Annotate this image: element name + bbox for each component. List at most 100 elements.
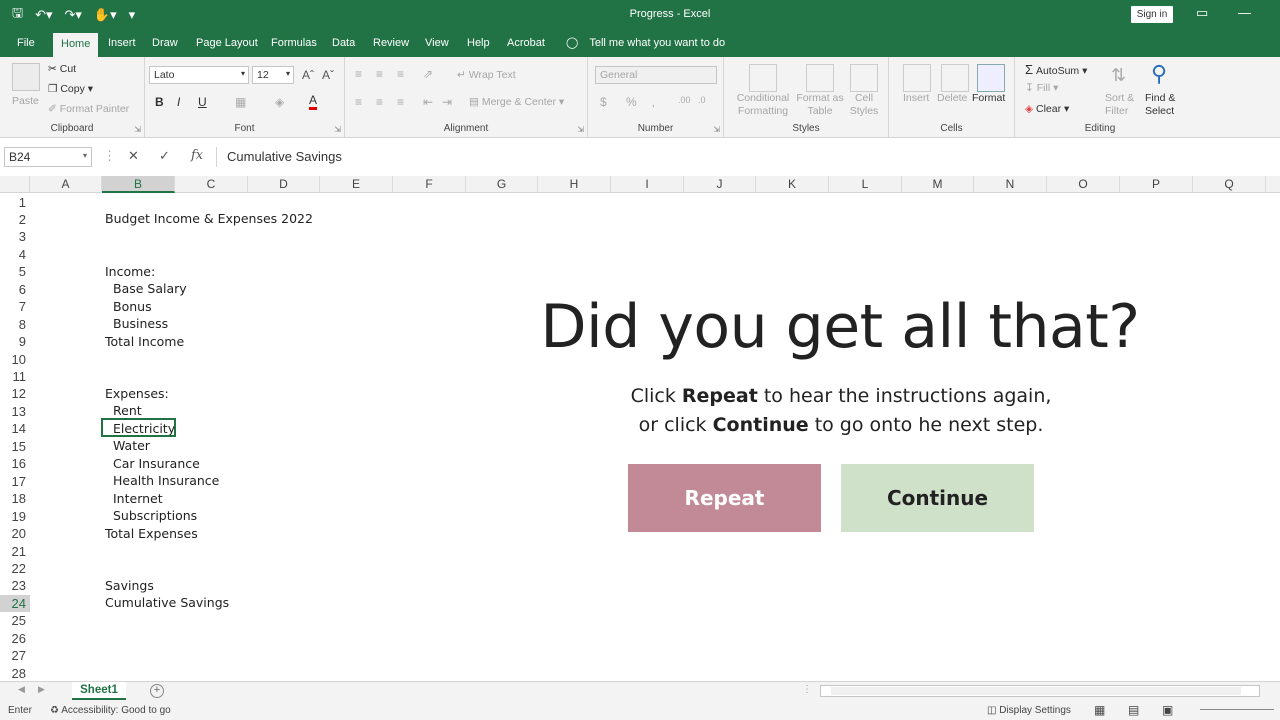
minimize-icon[interactable]: — xyxy=(1238,5,1251,20)
cell-text[interactable]: Rent xyxy=(113,403,142,418)
tab-page-layout[interactable]: Page Layout xyxy=(189,35,265,51)
row-header[interactable]: 19 xyxy=(0,508,30,526)
scroll-right-icon[interactable]: ▶ xyxy=(38,684,45,695)
fill-color-icon[interactable]: ◈ xyxy=(275,95,284,109)
formula-input[interactable]: Cumulative Savings xyxy=(216,147,1280,167)
font-family-select[interactable]: Lato ▾ xyxy=(149,66,249,84)
horizontal-scrollbar[interactable] xyxy=(820,685,1260,697)
row-header[interactable]: 21 xyxy=(0,543,30,561)
decrease-indent-icon[interactable]: ⇤ xyxy=(423,95,433,109)
cut-button[interactable]: ✂ Cut xyxy=(48,63,76,75)
align-middle-icon[interactable]: ≡ xyxy=(376,67,383,81)
row-header[interactable]: 25 xyxy=(0,612,30,630)
scroll-left-icon[interactable]: ◀ xyxy=(18,684,25,695)
copy-button[interactable]: ❐ Copy ▾ xyxy=(48,83,93,95)
clipboard-launcher-icon[interactable]: ⇲ xyxy=(134,125,141,134)
merge-center-button[interactable]: ▤ Merge & Center ▾ xyxy=(469,96,564,108)
column-header[interactable]: J xyxy=(684,176,756,193)
italic-button[interactable]: I xyxy=(177,95,180,109)
continue-button[interactable]: Continue xyxy=(841,464,1034,532)
tell-me-search[interactable]: ◯ Tell me what you want to do xyxy=(566,36,725,49)
tab-acrobat[interactable]: Acrobat xyxy=(500,35,552,51)
row-header[interactable]: 20 xyxy=(0,525,30,543)
tab-home[interactable]: Home xyxy=(53,33,99,57)
increase-decimal-icon[interactable]: .00 xyxy=(678,95,691,105)
cell-text[interactable]: Internet xyxy=(113,491,163,506)
tab-help[interactable]: Help xyxy=(460,35,497,51)
row-header[interactable]: 2 xyxy=(0,211,30,229)
cell-text[interactable]: Health Insurance xyxy=(113,473,219,488)
cell-text[interactable]: Total Expenses xyxy=(105,526,198,541)
row-header[interactable]: 26 xyxy=(0,630,30,648)
number-format-select[interactable]: General xyxy=(595,66,717,84)
format-as-table-button[interactable]: Format as Table xyxy=(794,92,846,118)
number-launcher-icon[interactable]: ⇲ xyxy=(713,125,720,134)
column-header[interactable]: B xyxy=(102,176,175,193)
page-layout-view-icon[interactable]: ▤ xyxy=(1128,703,1139,717)
decrease-font-icon[interactable]: Aˇ xyxy=(322,68,334,82)
cell-text[interactable]: Bonus xyxy=(113,299,152,314)
column-header[interactable]: D xyxy=(248,176,320,193)
column-header[interactable]: H xyxy=(538,176,611,193)
row-header[interactable]: 13 xyxy=(0,403,30,421)
row-header[interactable]: 3 xyxy=(0,228,30,246)
align-right-icon[interactable]: ≡ xyxy=(397,95,404,109)
row-header[interactable]: 10 xyxy=(0,351,30,369)
row-header[interactable]: 12 xyxy=(0,385,30,403)
row-header[interactable]: 28 xyxy=(0,665,30,681)
row-header[interactable]: 16 xyxy=(0,455,30,473)
tab-file[interactable]: File xyxy=(10,35,42,51)
font-size-select[interactable]: 12 ▾ xyxy=(252,66,294,84)
delete-cells-button[interactable]: Delete xyxy=(937,92,967,104)
fill-button[interactable]: ↧ Fill ▾ xyxy=(1025,82,1058,94)
row-header[interactable]: 11 xyxy=(0,368,30,386)
cell-text[interactable]: Cumulative Savings xyxy=(105,595,229,610)
format-cells-button[interactable]: Format xyxy=(972,92,1005,104)
row-header[interactable]: 18 xyxy=(0,490,30,508)
decrease-decimal-icon[interactable]: .0 xyxy=(698,95,706,105)
sign-in-button[interactable]: Sign in xyxy=(1131,6,1173,23)
clear-button[interactable]: ◈ Clear ▾ xyxy=(1025,103,1069,115)
add-sheet-icon[interactable]: + xyxy=(150,684,164,698)
cell-text[interactable]: Car Insurance xyxy=(113,456,200,471)
column-header[interactable]: A xyxy=(30,176,102,193)
select-all-corner[interactable] xyxy=(0,176,30,193)
tab-data[interactable]: Data xyxy=(325,35,362,51)
column-header[interactable]: G xyxy=(466,176,538,193)
orientation-icon[interactable]: ⇗ xyxy=(423,67,433,81)
display-settings-button[interactable]: ◫ Display Settings xyxy=(987,705,1071,716)
column-header[interactable]: F xyxy=(393,176,466,193)
currency-icon[interactable]: $ xyxy=(600,95,607,109)
ribbon-display-options-icon[interactable]: ▭ xyxy=(1196,5,1208,21)
column-header[interactable]: L xyxy=(829,176,902,193)
wrap-text-button[interactable]: ↵ Wrap Text xyxy=(457,69,516,81)
conditional-formatting-button[interactable]: Conditional Formatting xyxy=(734,92,792,118)
alignment-launcher-icon[interactable]: ⇲ xyxy=(577,125,584,134)
cell-text[interactable]: Budget Income & Expenses 2022 xyxy=(105,211,313,226)
row-header[interactable]: 1 xyxy=(0,194,30,212)
cell-text[interactable]: Savings xyxy=(105,578,154,593)
cell-styles-button[interactable]: Cell Styles xyxy=(844,92,884,118)
paste-icon[interactable] xyxy=(12,63,40,91)
cell-text[interactable]: Income: xyxy=(105,264,155,279)
row-header[interactable]: 5 xyxy=(0,263,30,281)
font-launcher-icon[interactable]: ⇲ xyxy=(334,125,341,134)
sort-filter-button[interactable]: Sort & Filter xyxy=(1105,92,1139,118)
increase-font-icon[interactable]: Aˆ xyxy=(302,68,314,82)
page-break-view-icon[interactable]: ▣ xyxy=(1162,703,1173,717)
name-box[interactable]: B24 ▾ xyxy=(4,147,92,167)
cell-text[interactable]: Total Income xyxy=(105,334,184,349)
underline-button[interactable]: U xyxy=(198,95,207,109)
align-top-icon[interactable]: ≡ xyxy=(355,67,362,81)
bold-button[interactable]: B xyxy=(155,95,164,109)
row-header[interactable]: 27 xyxy=(0,647,30,665)
row-header[interactable]: 6 xyxy=(0,281,30,299)
align-bottom-icon[interactable]: ≡ xyxy=(397,67,404,81)
cancel-entry-icon[interactable]: ✕ xyxy=(128,148,139,164)
row-header[interactable]: 14 xyxy=(0,420,30,438)
percent-icon[interactable]: % xyxy=(626,95,637,109)
column-header[interactable]: M xyxy=(902,176,974,193)
borders-icon[interactable]: ▦ xyxy=(235,95,246,109)
column-header[interactable]: I xyxy=(611,176,684,193)
row-header[interactable]: 17 xyxy=(0,473,30,491)
